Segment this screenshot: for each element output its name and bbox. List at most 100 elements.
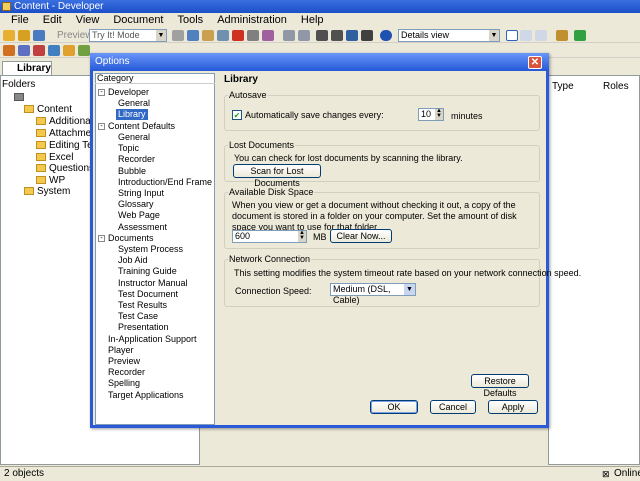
menu-view[interactable]: View — [69, 13, 107, 28]
checkout-icon[interactable] — [33, 45, 45, 56]
sort-icon[interactable] — [361, 30, 373, 41]
category-string-input[interactable]: String Input — [118, 188, 164, 199]
menu-administration[interactable]: Administration — [210, 13, 294, 28]
folder-up-icon[interactable] — [556, 30, 568, 41]
open-icon[interactable] — [18, 30, 30, 41]
folder-icon — [36, 164, 46, 172]
menu-tools[interactable]: Tools — [171, 13, 211, 28]
category-assessment[interactable]: Assessment — [118, 222, 167, 233]
connection-speed-select[interactable]: Medium (DSL, Cable) ▼ — [330, 283, 416, 305]
mode-select[interactable]: Try It! Mode ▼ — [89, 29, 167, 42]
save-icon[interactable] — [33, 30, 45, 41]
collapse-icon[interactable]: - — [98, 89, 105, 96]
category-presentation[interactable]: Presentation — [118, 322, 169, 333]
collapse-icon[interactable]: - — [98, 123, 105, 130]
category-target-applications[interactable]: Target Applications — [108, 390, 184, 401]
tree-item-system[interactable]: System — [24, 186, 70, 197]
category-training-guide[interactable]: Training Guide — [118, 266, 177, 277]
ok-button[interactable]: OK — [370, 400, 418, 414]
category-intro-end-frame[interactable]: Introduction/End Frame — [118, 177, 212, 188]
category-documents[interactable]: Documents — [108, 233, 154, 244]
find-icon[interactable] — [217, 30, 229, 41]
tile-view-icon[interactable] — [535, 30, 547, 41]
refresh-icon[interactable] — [574, 30, 586, 41]
category-recorder[interactable]: Recorder — [118, 154, 155, 165]
list-view-icon[interactable] — [520, 30, 532, 41]
link-icon[interactable] — [262, 30, 274, 41]
category-job-aid[interactable]: Job Aid — [118, 255, 148, 266]
column-header-type[interactable]: Type — [552, 81, 574, 92]
category-web-page[interactable]: Web Page — [118, 210, 160, 221]
category-player[interactable]: Player — [108, 345, 134, 356]
tree-item-content[interactable]: Content — [24, 104, 72, 115]
disk-space-spinner[interactable]: 600 ▲ ▼ — [232, 230, 307, 243]
spin-arrows-icon[interactable]: ▲ ▼ — [435, 108, 443, 120]
category-developer[interactable]: Developer — [108, 87, 149, 98]
object-count: 2 objects — [4, 468, 45, 479]
connection-speed-label: Connection Speed: — [235, 286, 312, 296]
category-header: Category — [95, 73, 215, 84]
dialog-titlebar[interactable]: Options — [90, 53, 549, 71]
menu-document[interactable]: Document — [106, 13, 170, 28]
preview-button[interactable]: Preview — [57, 29, 93, 42]
redo-icon[interactable] — [298, 30, 310, 41]
checkin-icon[interactable] — [48, 45, 60, 56]
clear-now-button[interactable]: Clear Now... — [330, 229, 392, 243]
category-test-document[interactable]: Test Document — [118, 289, 178, 300]
category-content-general[interactable]: General — [118, 132, 150, 143]
details-view-icon[interactable] — [506, 30, 518, 41]
folder-icon — [36, 176, 46, 184]
minutes-value: 10 — [421, 109, 432, 119]
help-icon[interactable] — [380, 30, 392, 41]
scan-lost-documents-button[interactable]: Scan for Lost Documents — [233, 164, 321, 188]
autosave-checkbox[interactable]: ✔ — [232, 110, 242, 120]
tree-item-wp[interactable]: WP — [36, 175, 65, 186]
restore-defaults-button[interactable]: Restore Defaults — [471, 374, 529, 398]
menu-file[interactable]: File — [4, 13, 36, 28]
binoculars-icon[interactable] — [346, 30, 358, 41]
category-in-app-support[interactable]: In-Application Support — [108, 334, 197, 345]
topic-icon[interactable] — [78, 45, 90, 56]
folder-icon — [36, 129, 46, 137]
category-system-process[interactable]: System Process — [118, 244, 183, 255]
collapse-icon[interactable]: - — [98, 235, 105, 242]
close-icon[interactable]: ✕ — [528, 56, 542, 69]
category-preview[interactable]: Preview — [108, 356, 140, 367]
category-bubble[interactable]: Bubble — [118, 166, 146, 177]
copy-icon[interactable] — [187, 30, 199, 41]
category-test-results[interactable]: Test Results — [118, 300, 167, 311]
category-content-defaults[interactable]: Content Defaults — [108, 121, 175, 132]
autosave-minutes-spinner[interactable]: 10 ▲ ▼ — [418, 108, 444, 121]
new-icon[interactable] — [3, 30, 15, 41]
cancel-button[interactable]: Cancel — [430, 400, 476, 414]
category-glossary[interactable]: Glossary — [118, 199, 154, 210]
undo-icon[interactable] — [283, 30, 295, 41]
outline-icon[interactable] — [63, 45, 75, 56]
publish-icon[interactable] — [18, 45, 30, 56]
delete-icon[interactable] — [232, 30, 244, 41]
category-recorder-top[interactable]: Recorder — [108, 367, 145, 378]
category-instructor-manual[interactable]: Instructor Manual — [118, 278, 188, 289]
view-select[interactable]: Details view ▼ — [398, 29, 500, 42]
menu-help[interactable]: Help — [294, 13, 331, 28]
menu-edit[interactable]: Edit — [36, 13, 69, 28]
apply-button[interactable]: Apply — [488, 400, 538, 414]
paste-icon[interactable] — [202, 30, 214, 41]
collapse-icon[interactable] — [316, 30, 328, 41]
category-library[interactable]: Library — [116, 109, 148, 120]
tab-library[interactable]: Library ✕ — [2, 61, 52, 87]
tree-root[interactable] — [14, 92, 27, 103]
record-icon[interactable] — [3, 45, 15, 56]
properties-icon[interactable] — [247, 30, 259, 41]
chevron-down-icon: ▼ — [489, 30, 499, 41]
category-spelling[interactable]: Spelling — [108, 378, 140, 389]
column-header-roles[interactable]: Roles — [603, 81, 629, 92]
chevron-down-icon: ▼ — [156, 30, 166, 41]
category-developer-general[interactable]: General — [118, 98, 150, 109]
spin-arrows-icon[interactable]: ▲ ▼ — [298, 230, 306, 242]
category-topic[interactable]: Topic — [118, 143, 139, 154]
tree-item-excel[interactable]: Excel — [36, 152, 73, 163]
category-test-case[interactable]: Test Case — [118, 311, 158, 322]
cut-icon[interactable] — [172, 30, 184, 41]
expand-icon[interactable] — [331, 30, 343, 41]
